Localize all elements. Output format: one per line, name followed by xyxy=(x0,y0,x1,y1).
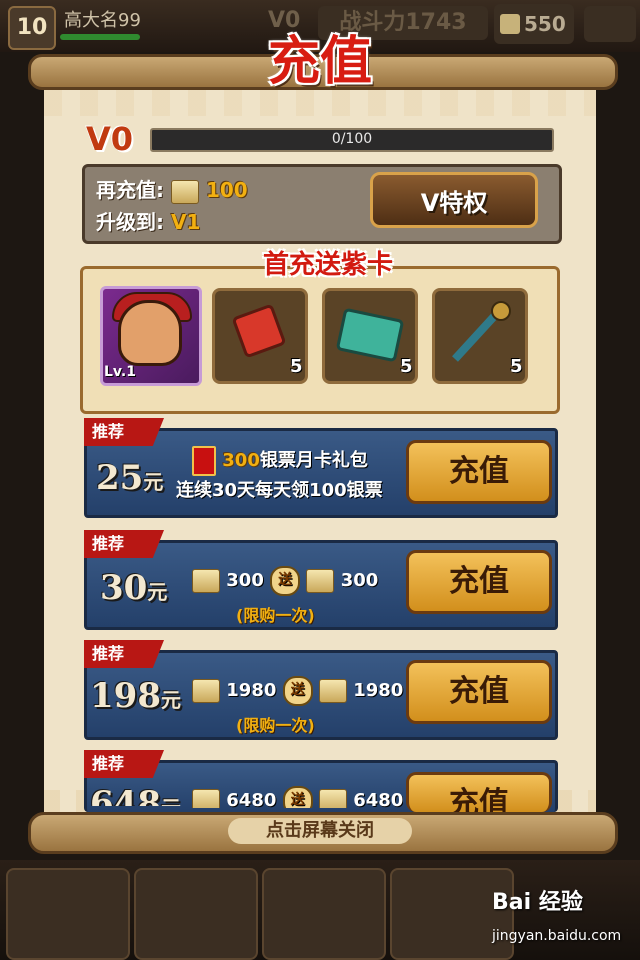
recommend-tag: 推荐 xyxy=(84,530,164,558)
purchase-limit: (限购一次) xyxy=(236,606,315,625)
upgrade-label: 升级到: xyxy=(96,210,164,234)
pack-price: 648元 xyxy=(90,784,181,806)
pack-bonus-line: 6480 送 6480 xyxy=(192,786,403,808)
pack-price: 198元 xyxy=(90,676,181,716)
pack-line-1: 300银票月卡礼包 xyxy=(192,446,368,476)
silver-ticket-icon xyxy=(318,789,347,808)
recharge-button-25[interactable]: 充值 xyxy=(406,440,552,504)
purchase-limit: (限购一次) xyxy=(236,716,315,735)
silver-ticket-icon xyxy=(192,569,220,593)
bonus-icon: 送 xyxy=(282,676,313,706)
vip-privilege-button[interactable]: V特权 xyxy=(370,172,538,228)
coin-value: 550 xyxy=(524,12,566,36)
watermark-url: jingyan.baidu.com xyxy=(492,928,622,944)
pack-line1-amount: 300 xyxy=(222,450,260,471)
first-charge-title: 首充送紫卡 xyxy=(262,250,393,280)
recommend-tag: 推荐 xyxy=(84,640,164,668)
coin-counter[interactable]: 550 xyxy=(494,4,574,44)
vip-exp-text: 0/100 xyxy=(331,131,373,147)
recharge-label: 再充值: xyxy=(96,178,164,202)
pack-bonus-line: 1980 送 1980 xyxy=(192,676,403,706)
bonus-icon: 送 xyxy=(282,786,313,808)
pack-line-2: 连续30天每天领100银票 xyxy=(176,480,383,501)
hero-level: Lv.1 xyxy=(104,364,136,380)
upgrade-target: V1 xyxy=(170,210,201,234)
silver-ticket-icon xyxy=(306,569,335,593)
upgrade-row: 升级到: V1 xyxy=(96,206,200,235)
watermark-brand: Bai 经验 xyxy=(492,890,583,915)
hero-portrait-icon xyxy=(118,300,182,366)
dialog-title: 充值 xyxy=(267,31,372,92)
recommend-tag: 推荐 xyxy=(84,418,164,446)
pack-price: 25元 xyxy=(96,458,164,498)
reward-count-3: 5 xyxy=(510,356,523,377)
reward-count-1: 5 xyxy=(290,356,303,377)
hud-extra-button[interactable] xyxy=(584,6,636,42)
player-level: 10 xyxy=(8,6,56,50)
nav-button-1[interactable] xyxy=(6,868,130,960)
player-exp-bar xyxy=(60,34,140,40)
pack-line1-text: 银票月卡礼包 xyxy=(259,450,368,471)
nav-button-3[interactable] xyxy=(262,868,386,960)
pack-price: 30元 xyxy=(100,568,168,608)
pack-bonus-line: 300 送 300 xyxy=(192,566,378,596)
silver-ticket-icon xyxy=(192,789,220,808)
silver-ticket-icon xyxy=(170,179,199,204)
recharge-button-30[interactable]: 充值 xyxy=(406,550,552,614)
recharge-row: 再充值: 100 xyxy=(96,174,248,204)
silver-ticket-icon xyxy=(192,679,220,703)
month-card-icon xyxy=(192,446,216,476)
silver-ticket-icon xyxy=(500,14,520,34)
bonus-icon: 送 xyxy=(270,566,301,596)
recharge-button-648[interactable]: 充值 xyxy=(406,772,552,812)
player-name: 高大名99 xyxy=(64,10,141,31)
silver-ticket-icon xyxy=(318,679,347,703)
vip-level: V0 xyxy=(86,120,134,158)
reward-count-2: 5 xyxy=(400,356,413,377)
recommend-tag: 推荐 xyxy=(84,750,164,778)
nav-button-2[interactable] xyxy=(134,868,258,960)
recharge-button-198[interactable]: 充值 xyxy=(406,660,552,724)
recharge-amount: 100 xyxy=(205,178,248,202)
close-hint[interactable]: 点击屏幕关闭 xyxy=(220,818,420,844)
